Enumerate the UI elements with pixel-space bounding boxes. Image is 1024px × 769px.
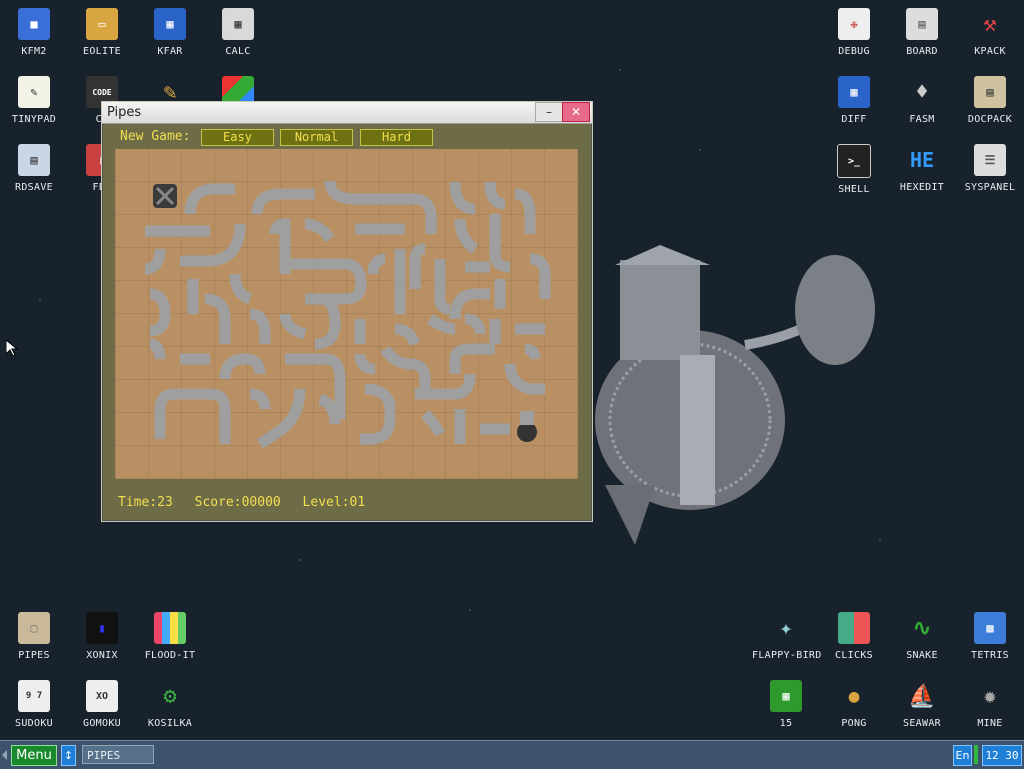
easy-button[interactable]: Easy xyxy=(201,129,274,146)
new-game-label: New Game: xyxy=(120,129,191,144)
desktop-icon-xonix[interactable]: ▮ XONIX xyxy=(68,604,136,661)
window-titlebar[interactable]: Pipes – ✕ xyxy=(102,102,592,124)
kfar-icon: ▦ xyxy=(154,8,186,40)
terminal-icon: >_ xyxy=(837,144,871,178)
desktop-icon-flood-it[interactable]: FLOOD-IT xyxy=(136,604,204,661)
hard-button[interactable]: Hard xyxy=(360,129,433,146)
notepad-icon: ✎ xyxy=(18,76,50,108)
time-readout: Time:23 xyxy=(118,495,173,510)
snake-icon: ∿ xyxy=(912,615,932,641)
clock[interactable]: 12 30 xyxy=(982,745,1022,766)
desktop-icon-calc[interactable]: ▦ CALC xyxy=(204,0,272,57)
game-toolbar: New Game: Easy Normal Hard xyxy=(102,124,592,146)
diff-icon: ▦ xyxy=(838,76,870,108)
desktop-icon-kfar[interactable]: ▦ KFAR xyxy=(136,0,204,57)
desktop-icon-tetris[interactable]: ▩ TETRIS xyxy=(956,604,1024,661)
desktop-icon-15[interactable]: ▦ 15 xyxy=(752,672,820,729)
language-indicator[interactable]: En xyxy=(953,745,972,766)
window-title: Pipes xyxy=(107,105,142,120)
normal-button[interactable]: Normal xyxy=(280,129,353,146)
desktop-icon-gomoku[interactable]: XO GOMOKU xyxy=(68,672,136,729)
desktop-icon-board[interactable]: ▤ BOARD xyxy=(888,0,956,57)
desktop-icon-pipes[interactable]: ▢ PIPES xyxy=(0,604,68,661)
clicks-icon xyxy=(838,612,870,644)
desktop-icon-pong[interactable]: ● PONG xyxy=(820,672,888,730)
mower-icon: ⚙ xyxy=(163,683,177,709)
rdsave-icon: ▤ xyxy=(18,144,50,176)
desktop-icon-shell[interactable]: >_ SHELL xyxy=(820,136,888,195)
bird-icon: ✦ xyxy=(779,615,793,641)
sudoku-icon: 9 7 xyxy=(18,680,50,712)
desktop-icon-debug[interactable]: ❉ DEBUG xyxy=(820,0,888,57)
mine-icon: ✹ xyxy=(983,683,997,709)
hex-icon: HE xyxy=(909,148,935,172)
desktop-icon-hexedit[interactable]: HE HEXEDIT xyxy=(888,136,956,193)
desktop-icon-mine[interactable]: ✹ MINE xyxy=(956,672,1024,730)
pipes-game-board[interactable] xyxy=(115,149,578,479)
sliders-icon: ☰ xyxy=(974,144,1006,176)
switch-windows-button[interactable]: ↕ xyxy=(61,745,76,766)
desktop-icon-snake[interactable]: ∿ SNAKE xyxy=(888,604,956,662)
mouse-pointer-icon xyxy=(6,340,18,357)
minimize-button[interactable]: – xyxy=(535,102,563,122)
taskbar-item-pipes[interactable]: PIPES xyxy=(82,745,154,764)
desktop-icon-seawar[interactable]: ⛵ SEAWAR xyxy=(888,672,956,730)
game-status-bar: Time:23 Score:00000 Level:01 xyxy=(118,495,379,510)
floppy-icon: ■ xyxy=(18,8,50,40)
pipes-icon: ▢ xyxy=(18,612,50,644)
xonix-icon: ▮ xyxy=(86,612,118,644)
desktop-icon-kpack[interactable]: ⚒ KPACK xyxy=(956,0,1024,58)
close-button[interactable]: ✕ xyxy=(562,102,590,122)
calculator-icon: ▦ xyxy=(222,8,254,40)
desktop: ■ KFM2 ▭ EOLITE ▦ KFAR ▦ CALC ✎ TINYPAD … xyxy=(0,0,1024,740)
flood-icon xyxy=(154,612,186,644)
desktop-icon-rdsave[interactable]: ▤ RDSAVE xyxy=(0,136,68,193)
score-readout: Score:00000 xyxy=(194,495,281,510)
tetris-icon: ▩ xyxy=(974,612,1006,644)
menu-button[interactable]: Menu xyxy=(11,745,57,766)
pipes-window[interactable]: Pipes – ✕ New Game: Easy Normal Hard Tim… xyxy=(101,101,593,522)
taskbar: Menu ↕ PIPES En 12 30 xyxy=(0,740,1024,769)
level-readout: Level:01 xyxy=(302,495,366,510)
debug-icon: ❉ xyxy=(838,8,870,40)
fasm-icon: ♦ xyxy=(915,79,929,105)
board-icon: ▤ xyxy=(906,8,938,40)
desktop-icon-fasm[interactable]: ♦ FASM xyxy=(888,68,956,126)
taskbar-scroll-left-icon[interactable] xyxy=(2,750,7,760)
desktop-icon-diff[interactable]: ▦ DIFF xyxy=(820,68,888,125)
desktop-icon-flappy-bird[interactable]: ✦ FLAPPY-BIRD xyxy=(752,604,821,662)
cabinet-icon: ▤ xyxy=(974,76,1006,108)
desktop-icon-docpack[interactable]: ▤ DOCPACK xyxy=(956,68,1024,125)
ship-icon: ⛵ xyxy=(908,683,936,709)
tray-separator xyxy=(974,745,978,764)
desktop-icon-syspanel[interactable]: ☰ SYSPANEL xyxy=(956,136,1024,193)
desktop-icon-eolite[interactable]: ▭ EOLITE xyxy=(68,0,136,57)
desktop-icon-tinypad[interactable]: ✎ TINYPAD xyxy=(0,68,68,125)
fifteen-icon: ▦ xyxy=(770,680,802,712)
desktop-icon-sudoku[interactable]: 9 7 SUDOKU xyxy=(0,672,68,729)
desktop-icon-kfm2[interactable]: ■ KFM2 xyxy=(0,0,68,57)
tree-house-wallpaper-art xyxy=(595,245,875,545)
desktop-icon-kosilka[interactable]: ⚙ KOSILKA xyxy=(136,672,204,730)
folder-icon: ▭ xyxy=(86,8,118,40)
desktop-icon-clicks[interactable]: CLICKS xyxy=(820,604,888,661)
gomoku-icon: XO xyxy=(86,680,118,712)
wrench-icon: ⚒ xyxy=(983,11,997,37)
pong-icon: ● xyxy=(848,685,860,707)
